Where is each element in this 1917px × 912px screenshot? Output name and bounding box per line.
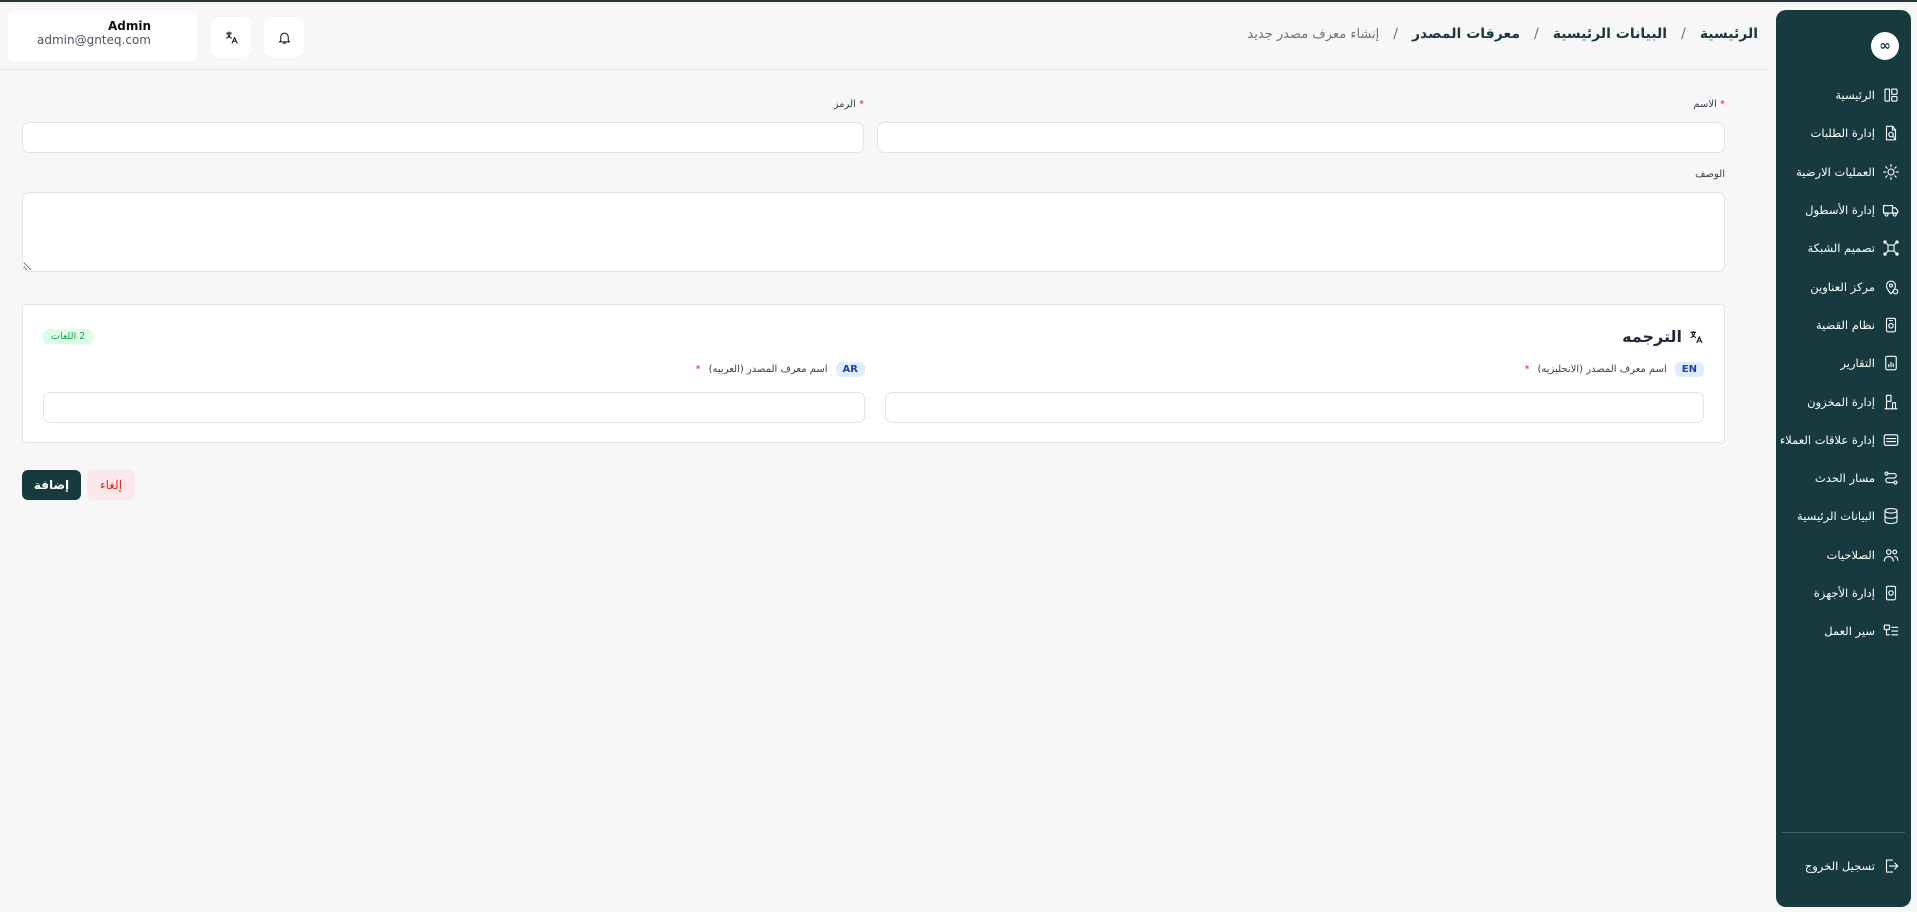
- sidebar-item-home[interactable]: الرئيسية: [1776, 76, 1911, 114]
- cancel-button[interactable]: إلغاء: [87, 470, 135, 500]
- language-count-badge: 2 اللغات: [43, 329, 94, 344]
- workflow-icon: [1881, 621, 1901, 641]
- translation-title-text: الترجمه: [1622, 327, 1682, 346]
- sidebar: ∞ الرئيسية إدارة الطلبات العمليات الارضي…: [1776, 10, 1911, 907]
- sidebar-item-label: إدارة الأسطول: [1805, 203, 1875, 218]
- sidebar-item-label: تصميم الشبكة: [1807, 241, 1875, 256]
- sidebar-item-devices[interactable]: إدارة الأجهزة: [1776, 574, 1911, 612]
- logout-label: تسجيل الخروج: [1804, 858, 1875, 873]
- code-input[interactable]: [22, 122, 864, 153]
- en-tag: EN: [1674, 362, 1704, 377]
- app-logo[interactable]: ∞: [1871, 32, 1899, 60]
- sidebar-item-ground-ops[interactable]: العمليات الارضية: [1776, 153, 1911, 191]
- warehouse-icon: [1881, 392, 1901, 412]
- sidebar-item-fleet[interactable]: إدارة الأسطول: [1776, 191, 1911, 229]
- code-label-text: الرمز: [833, 99, 856, 110]
- breadcrumb-separator: /: [1393, 26, 1398, 42]
- truck-icon: [1881, 200, 1901, 220]
- language-button[interactable]: [211, 17, 251, 57]
- sidebar-item-master-data[interactable]: البيانات الرئيسية: [1776, 497, 1911, 535]
- layout-icon: [1881, 85, 1901, 105]
- translation-card: الترجمه 2 اللغات EN اسم معرف المصدر (الا…: [22, 304, 1725, 443]
- sidebar-item-case[interactable]: نظام القضية: [1776, 306, 1911, 344]
- user-email: admin@gnteq.com: [37, 33, 151, 47]
- ar-name-label: AR اسم معرف المصدر (العربيه) *: [696, 362, 865, 377]
- en-name-input[interactable]: [885, 392, 1704, 423]
- description-textarea[interactable]: [22, 192, 1725, 272]
- sidebar-item-label: إدارة الأجهزة: [1813, 586, 1875, 600]
- user-card[interactable]: Admin admin@gnteq.com: [8, 11, 197, 61]
- sidebar-nav: الرئيسية إدارة الطلبات العمليات الارضية …: [1776, 76, 1911, 650]
- sidebar-item-address[interactable]: مركز العناوين: [1776, 267, 1911, 305]
- breadcrumb-separator: /: [1681, 26, 1686, 42]
- en-label-text: اسم معرف المصدر (الانجليزيه): [1537, 364, 1667, 375]
- sidebar-item-label: نظام القضية: [1815, 317, 1875, 332]
- user-name: Admin: [107, 19, 151, 33]
- report-icon: [1881, 353, 1901, 373]
- sidebar-item-label: التقارير: [1840, 356, 1875, 371]
- users-icon: [1881, 545, 1901, 565]
- sidebar-item-label: إدارة علاقات العملاء: [1779, 432, 1875, 447]
- required-mark: *: [1524, 364, 1530, 375]
- sidebar-item-orders[interactable]: إدارة الطلبات: [1776, 114, 1911, 152]
- breadcrumb-separator: /: [1533, 26, 1539, 42]
- name-input[interactable]: [877, 122, 1725, 153]
- notifications-button[interactable]: [264, 17, 304, 57]
- required-mark: *: [859, 99, 864, 110]
- required-mark: *: [695, 364, 701, 375]
- ar-label-text: اسم معرف المصدر (العربيه): [708, 364, 828, 375]
- sidebar-item-event-route[interactable]: مسار الحدث: [1776, 459, 1911, 497]
- sidebar-item-workflow[interactable]: سير العمل: [1776, 612, 1911, 650]
- route-icon: [1881, 468, 1901, 488]
- crm-icon: [1881, 430, 1901, 450]
- sidebar-item-reports[interactable]: التقارير: [1776, 344, 1911, 382]
- file-search-icon: [1881, 123, 1901, 143]
- bell-icon: [277, 30, 292, 45]
- ar-tag: AR: [835, 362, 865, 377]
- breadcrumb: الرئيسية / البيانات الرئيسية / معرفات ال…: [1247, 26, 1758, 42]
- translation-title: الترجمه: [1622, 327, 1704, 346]
- name-label: * الاسم: [1693, 99, 1725, 110]
- sidebar-item-label: مركز العناوين: [1810, 279, 1875, 294]
- map-pin-icon: [1881, 277, 1901, 297]
- sidebar-item-label: إدارة المخزون: [1807, 394, 1875, 409]
- required-mark: *: [1720, 99, 1725, 110]
- sidebar-item-label: العمليات الارضية: [1796, 164, 1875, 179]
- sidebar-item-label: الرئيسية: [1835, 88, 1875, 103]
- sidebar-item-label: سير العمل: [1824, 624, 1875, 639]
- breadcrumb-source-ids[interactable]: معرفات المصدر: [1412, 26, 1520, 42]
- translate-icon: [1688, 329, 1704, 345]
- sidebar-item-network[interactable]: تصميم الشبكة: [1776, 229, 1911, 267]
- case-icon: [1881, 315, 1901, 335]
- sidebar-item-label: مسار الحدث: [1814, 471, 1875, 486]
- sidebar-item-crm[interactable]: إدارة علاقات العملاء: [1776, 421, 1911, 459]
- ar-name-input[interactable]: [43, 392, 865, 423]
- top-header: Admin admin@gnteq.com الرئيسية / البيانا…: [0, 2, 1770, 70]
- translate-icon: [224, 30, 239, 45]
- sidebar-item-label: الصلاحيات: [1826, 547, 1875, 562]
- device-icon: [1881, 583, 1901, 603]
- en-name-label: EN اسم معرف المصدر (الانجليزيه) *: [1524, 362, 1704, 377]
- sidebar-item-label: إدارة الطلبات: [1810, 126, 1876, 141]
- description-label: الوصف: [1695, 169, 1725, 180]
- name-label-text: الاسم: [1693, 99, 1717, 110]
- sun-gear-icon: [1881, 162, 1901, 182]
- sidebar-item-label: البيانات الرئيسية: [1797, 509, 1875, 524]
- code-label: * الرمز: [834, 99, 864, 110]
- sidebar-item-inventory[interactable]: إدارة المخزون: [1776, 382, 1911, 420]
- breadcrumb-home[interactable]: الرئيسية: [1700, 26, 1758, 42]
- network-icon: [1881, 238, 1901, 258]
- add-button[interactable]: إضافة: [22, 470, 81, 500]
- sidebar-footer: تسجيل الخروج: [1782, 831, 1905, 907]
- breadcrumb-current: إنشاء معرف مصدر جديد: [1247, 26, 1380, 42]
- sidebar-item-permissions[interactable]: الصلاحيات: [1776, 536, 1911, 574]
- database-icon: [1881, 506, 1901, 526]
- breadcrumb-master-data[interactable]: البيانات الرئيسية: [1553, 26, 1667, 42]
- logout-button[interactable]: تسجيل الخروج: [1782, 847, 1905, 885]
- logout-icon: [1881, 856, 1901, 876]
